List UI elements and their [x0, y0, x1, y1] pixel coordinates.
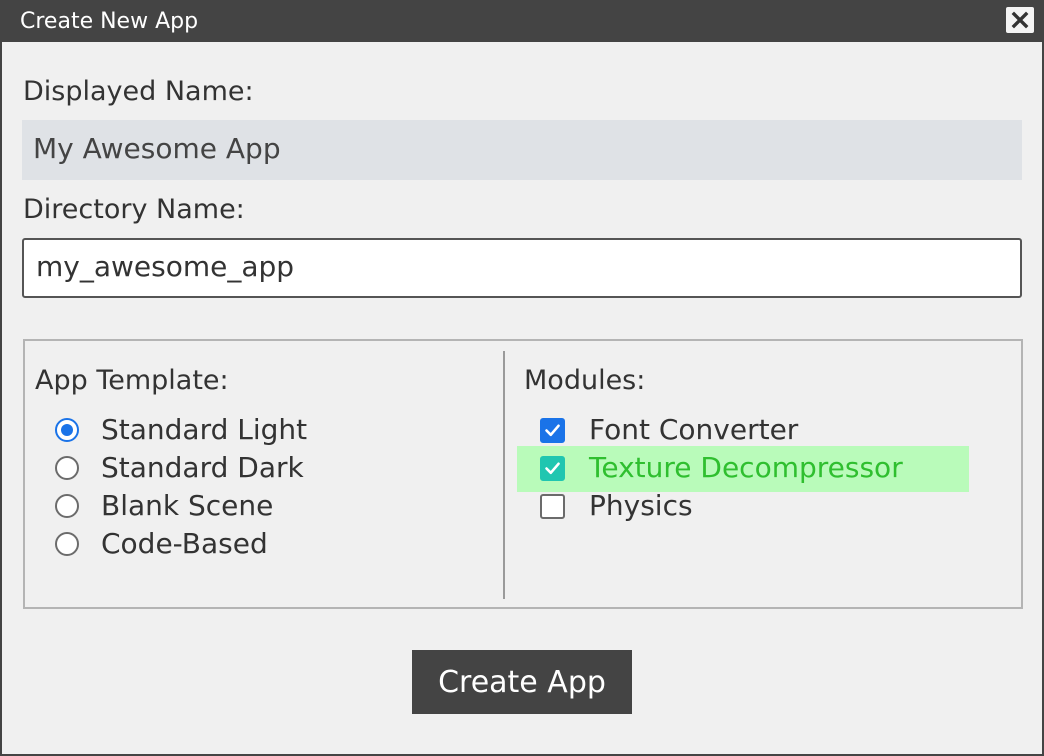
create-app-dialog: Create New App Displayed Name: My Awesom…: [0, 0, 1044, 756]
radio-icon[interactable]: [55, 456, 79, 480]
module-label: Physics: [589, 489, 693, 522]
template-option-code-based[interactable]: Code-Based: [55, 525, 268, 563]
template-option-label: Standard Dark: [101, 451, 304, 484]
displayed-name-value: My Awesome App: [33, 132, 281, 165]
modules-title: Modules:: [524, 365, 646, 396]
create-app-button[interactable]: Create App: [412, 650, 632, 714]
radio-selected-icon[interactable]: [55, 418, 79, 442]
checkbox-checked-icon[interactable]: [540, 417, 565, 443]
checkbox-icon[interactable]: [540, 493, 565, 519]
directory-name-value: my_awesome_app: [36, 250, 295, 283]
close-icon: [1011, 11, 1029, 29]
module-physics[interactable]: Physics: [540, 487, 693, 525]
title-bar: Create New App: [2, 2, 1042, 42]
checkmark-icon: [545, 462, 560, 474]
template-option-standard-light[interactable]: Standard Light: [55, 411, 307, 449]
radio-icon[interactable]: [55, 494, 79, 518]
options-group: App Template: Standard Light Standard Da…: [23, 339, 1023, 609]
directory-name-label: Directory Name:: [23, 194, 245, 225]
app-template-title: App Template:: [35, 365, 229, 396]
directory-name-input[interactable]: my_awesome_app: [22, 238, 1022, 298]
close-button[interactable]: [1006, 7, 1034, 33]
displayed-name-label: Displayed Name:: [23, 76, 254, 107]
column-divider: [503, 351, 505, 599]
template-option-label: Code-Based: [101, 527, 268, 560]
module-font-converter[interactable]: Font Converter: [540, 411, 798, 449]
radio-icon[interactable]: [55, 532, 79, 556]
displayed-name-field[interactable]: My Awesome App: [22, 120, 1022, 180]
checkmark-icon: [545, 424, 560, 436]
template-option-blank-scene[interactable]: Blank Scene: [55, 487, 273, 525]
checkbox-checked-icon[interactable]: [540, 455, 565, 481]
dialog-title: Create New App: [20, 9, 199, 34]
module-label: Texture Decompressor: [589, 451, 903, 484]
module-texture-decompressor[interactable]: Texture Decompressor: [540, 449, 903, 487]
module-label: Font Converter: [589, 413, 799, 446]
template-option-label: Standard Light: [101, 413, 308, 446]
template-option-standard-dark[interactable]: Standard Dark: [55, 449, 304, 487]
template-option-label: Blank Scene: [101, 489, 274, 522]
